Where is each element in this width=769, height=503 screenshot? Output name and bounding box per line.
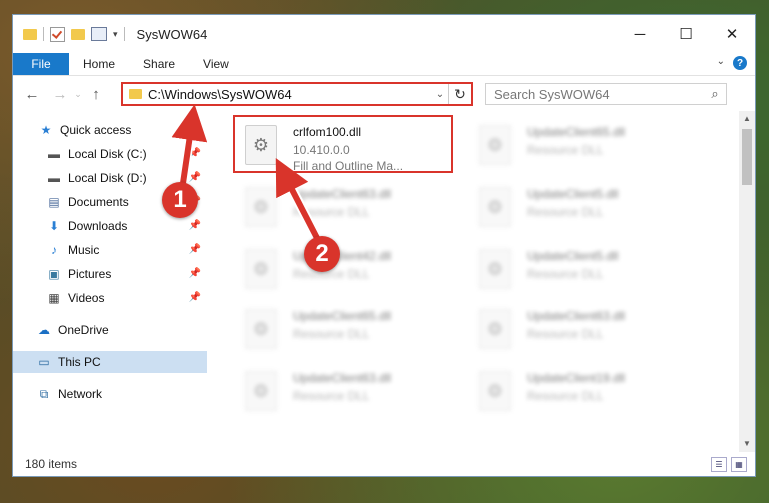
recent-dropdown-icon[interactable]: ⌄ [71, 89, 85, 100]
properties-icon[interactable] [91, 27, 107, 41]
scrollbar-thumb[interactable] [742, 129, 752, 185]
vertical-scrollbar[interactable]: ▲ ▼ [739, 111, 755, 452]
file-item[interactable]: ⚙ UpdateClient65.dll Resource DLL [235, 301, 455, 359]
scroll-up-icon[interactable]: ▲ [739, 111, 755, 127]
search-icon[interactable]: ⌕ [704, 86, 726, 102]
dll-gear-icon: ⚙ [479, 249, 511, 289]
window-controls: ─ ☐ ✕ [617, 15, 755, 53]
toolbar-separator [123, 27, 125, 41]
download-icon: ⬇ [48, 219, 60, 233]
quick-access-toolbar: ▾ [23, 26, 125, 42]
drive-icon: ▬ [48, 171, 60, 185]
back-arrow-icon[interactable]: ← [21, 86, 43, 103]
dll-gear-icon: ⚙ [479, 125, 511, 165]
expand-ribbon-icon[interactable]: ⌄ [717, 56, 725, 67]
file-item[interactable]: ⚙ UpdateClient63.dll Resource DLL [469, 301, 689, 359]
large-icons-view-icon[interactable]: ▦ [731, 457, 747, 472]
file-item[interactable]: ⚙ UpdateClient65.dll Resource DLL [469, 117, 689, 175]
file-item[interactable]: ⚙ UpdateClient42.dll Resource DLL [235, 241, 455, 299]
music-icon: ♪ [51, 243, 57, 257]
pin-icon: 📌 [188, 292, 201, 303]
tab-view[interactable]: View [189, 53, 243, 75]
pin-icon: 📌 [188, 268, 201, 279]
network-icon: ⧉ [39, 386, 49, 401]
step-marker-1: 1 [162, 182, 198, 218]
video-icon: ▦ [48, 291, 60, 305]
sidebar-item-quick-access[interactable]: ★ Quick access [13, 119, 207, 141]
navigation-bar: ← → ⌄ ↑ C:\Windows\SysWOW64 ⌄ ↻ Search S… [13, 76, 755, 112]
refresh-icon[interactable]: ↻ [448, 84, 471, 104]
dll-gear-icon: ⚙ [479, 371, 511, 411]
sidebar-item-onedrive[interactable]: ☁ OneDrive [13, 319, 207, 341]
navigation-pane: ★ Quick access ▬ Local Disk (C:) 📌 ▬ Loc… [13, 111, 207, 452]
file-item-highlighted[interactable]: ⚙ crlfom100.dll 10.410.0.0 Fill and Outl… [233, 115, 453, 173]
file-item[interactable]: ⚙ UpdateClient63.dll Resource DLL [235, 179, 455, 237]
dll-gear-icon: ⚙ [245, 309, 277, 349]
address-path[interactable]: C:\Windows\SysWOW64 [148, 87, 432, 102]
sidebar-item-network[interactable]: ⧉ Network [13, 383, 207, 405]
file-list: ⚙ crlfom100.dll 10.410.0.0 Fill and Outl… [209, 111, 739, 452]
document-icon: ▤ [48, 195, 60, 209]
pin-icon: 📌 [188, 148, 201, 159]
dll-gear-icon: ⚙ [245, 249, 277, 289]
search-input[interactable]: Search SysWOW64 [486, 87, 704, 102]
folder-icon [23, 28, 37, 40]
picture-icon: ▣ [48, 267, 60, 281]
dll-gear-icon: ⚙ [245, 187, 277, 227]
help-icon[interactable]: ? [733, 56, 747, 70]
file-version: 10.410.0.0 [293, 143, 350, 157]
explorer-body: ★ Quick access ▬ Local Disk (C:) 📌 ▬ Loc… [13, 111, 755, 452]
star-icon: ★ [40, 123, 52, 137]
item-count: 180 items [25, 457, 78, 471]
sidebar-item-pictures[interactable]: ▣ Pictures 📌 [13, 263, 207, 285]
up-arrow-icon[interactable]: ↑ [85, 86, 107, 103]
sidebar-item-this-pc[interactable]: ▭ This PC [13, 351, 207, 373]
cloud-icon: ☁ [38, 323, 50, 337]
file-explorer-window: ▾ SysWOW64 ─ ☐ ✕ File Home Share View ⌄ … [12, 14, 756, 477]
pin-icon: 📌 [188, 244, 201, 255]
step-marker-2: 2 [304, 236, 340, 272]
scroll-down-icon[interactable]: ▼ [739, 436, 755, 452]
dll-gear-icon: ⚙ [479, 309, 511, 349]
dll-gear-icon: ⚙ [245, 125, 277, 165]
search-box[interactable]: Search SysWOW64 ⌕ [485, 83, 727, 105]
customize-dropdown-icon[interactable]: ▾ [113, 29, 118, 40]
ribbon-tabs: File Home Share View ⌄ ? [13, 53, 755, 76]
dll-gear-icon: ⚙ [479, 187, 511, 227]
minimize-button[interactable]: ─ [617, 15, 663, 53]
details-view-icon[interactable]: ☰ [711, 457, 727, 472]
forward-arrow-icon[interactable]: → [49, 86, 71, 103]
file-item[interactable]: ⚙ UpdateClient5.dll Resource DLL [469, 241, 689, 299]
new-folder-icon[interactable] [71, 28, 85, 40]
pin-icon: 📌 [188, 172, 201, 183]
address-dropdown-icon[interactable]: ⌄ [432, 89, 448, 100]
pin-icon: 📌 [188, 220, 201, 231]
file-item[interactable]: ⚙ UpdateClient5.dll Resource DLL [469, 179, 689, 237]
toolbar-separator [43, 27, 44, 41]
drive-icon: ▬ [48, 147, 60, 161]
file-name: crlfom100.dll [293, 125, 362, 139]
tab-file[interactable]: File [13, 53, 69, 75]
file-description: Fill and Outline Ma... [293, 159, 404, 173]
sidebar-item-music[interactable]: ♪ Music 📌 [13, 239, 207, 261]
address-folder-icon [129, 89, 142, 99]
properties-check-icon[interactable] [50, 26, 65, 42]
view-switcher: ☰ ▦ [711, 457, 747, 472]
status-bar: 180 items ☰ ▦ [13, 452, 755, 476]
sidebar-item-downloads[interactable]: ⬇ Downloads 📌 [13, 215, 207, 237]
sidebar-item-local-disk-c[interactable]: ▬ Local Disk (C:) 📌 [13, 143, 207, 165]
title-bar: ▾ SysWOW64 ─ ☐ ✕ [13, 15, 755, 53]
maximize-button[interactable]: ☐ [663, 15, 709, 53]
tab-home[interactable]: Home [69, 53, 129, 75]
window-title: SysWOW64 [136, 26, 208, 42]
file-item[interactable]: ⚙ UpdateClient19.dll Resource DLL [469, 363, 689, 421]
close-button[interactable]: ✕ [709, 15, 755, 53]
tab-share[interactable]: Share [129, 53, 189, 75]
address-bar[interactable]: C:\Windows\SysWOW64 ⌄ ↻ [121, 82, 473, 106]
sidebar-item-videos[interactable]: ▦ Videos 📌 [13, 287, 207, 309]
dll-gear-icon: ⚙ [245, 371, 277, 411]
computer-icon: ▭ [38, 355, 50, 369]
file-item[interactable]: ⚙ UpdateClient63.dll Resource DLL [235, 363, 455, 421]
